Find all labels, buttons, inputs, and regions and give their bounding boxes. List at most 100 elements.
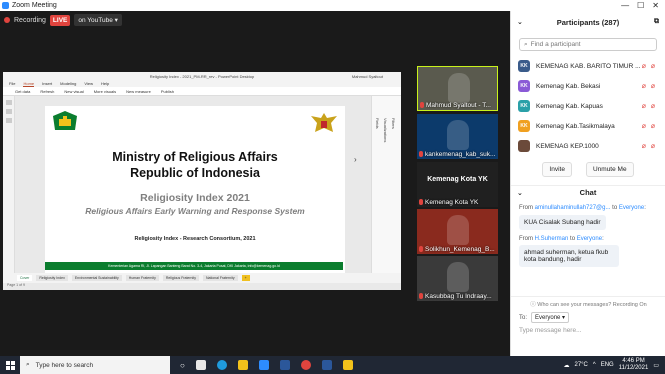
collapse-chevron-icon[interactable]: ⌄ [517,18,523,26]
muted-mic-icon [419,246,423,253]
visualizations-pane-label[interactable]: Visualizations [383,118,388,142]
ppt-tab-insert[interactable]: Insert [42,81,52,86]
ribbon-button[interactable]: Publish [161,89,174,94]
popout-icon[interactable]: ⧉ [654,18,659,26]
chrome-icon[interactable] [300,360,311,370]
ppt-page-tabs: Cover Religiosity Index Environmental Sust… [3,273,401,283]
ppt-user: Mahmud Syaltout [351,73,383,79]
avatar [518,140,530,152]
participant-search-input[interactable]: ⌕ Find a participant [519,38,657,51]
page-tab[interactable]: Human Fraternity [125,275,159,281]
chat-collapse-chevron-icon[interactable]: ⌄ [517,189,523,197]
taskbar-search-box[interactable]: ⌕ Type here to search [20,356,170,374]
ribbon-button[interactable]: New visual [64,89,83,94]
participant-row[interactable]: KEMENAG KEP.1000 ⌀ ⌀ [511,136,665,156]
video-tile[interactable]: Solikhun_Kemenag_B... [417,209,498,254]
power-bi-icon[interactable] [342,360,353,370]
slide-subtitle-italic: Religious Affairs Early Warning and Resp… [85,206,305,216]
weather-icon[interactable]: ☁ [563,362,569,369]
muted-mic-icon [419,199,423,206]
video-tile-name: Kasubbag Tu Indraay... [419,293,492,300]
filters-pane-label[interactable]: Filters [391,118,396,129]
windows-start-button[interactable] [0,360,20,370]
file-explorer-icon[interactable] [237,360,248,370]
chat-recipient: To: Everyone ▾ [519,312,570,323]
participants-header: ⌄ Participants (287) ⧉ [511,11,665,33]
page-tab[interactable]: Cover [17,275,33,281]
video-tile-display-name: Kemenag Kota YK [427,176,488,183]
video-tile[interactable]: Kemenag Kota YK Kemenag Kota YK [417,162,498,207]
weather-temp[interactable]: 27°C [574,362,587,368]
video-off-icon: ⌀ [650,63,655,70]
ppt-tab-help[interactable]: Help [101,81,109,86]
ppt-tab-home[interactable]: Home [23,81,35,87]
page-tab[interactable]: + [241,275,250,281]
zoom-logo-icon [2,2,9,9]
participant-row[interactable]: KK Kemenag Kab. Kapuas ⌀ ⌀ [511,96,665,116]
word-icon[interactable] [279,360,290,370]
avatar: KK [518,80,530,92]
video-tile-name: kankemenag_kab_suk... [419,151,495,158]
avatar: KK [518,120,530,132]
chat-recipient-select[interactable]: Everyone ▾ [531,312,570,323]
ppt-tab-view[interactable]: View [84,81,93,86]
ribbon-button[interactable]: More visuals [94,89,116,94]
chat-message-text: ahmad suherman, ketua fkub kota bandung,… [519,245,619,267]
data-view-icon[interactable] [5,109,12,114]
live-badge[interactable]: LIVE [49,14,71,26]
invite-button[interactable]: Invite [542,162,572,177]
tray-chevron-icon[interactable]: ^ [593,362,596,368]
slide-canvas: Ministry of Religious Affairs Republic o… [45,106,345,273]
title-bar: Zoom Meeting — ☐ ✕ [0,0,665,11]
minimize-button[interactable]: — [621,1,629,10]
participant-row[interactable]: KK Kemenag Kab.Tasikmalaya ⌀ ⌀ [511,116,665,136]
video-off-icon: ⌀ [650,83,655,90]
next-page-chevron-icon[interactable]: › [354,155,357,164]
video-tile[interactable]: Mahmud Syaltout - T... [417,66,498,111]
language-indicator[interactable]: ENG [601,362,614,368]
page-tab[interactable]: National Fraternity [203,275,238,281]
unmute-me-button[interactable]: Unmute Me [585,162,634,177]
chat-message-list: From aminullahaminullah727@g... to Every… [511,205,665,267]
page-tab[interactable]: Environmental Sustainability [71,275,122,281]
page-tab[interactable]: Religious Fraternity [162,275,199,281]
word-doc-icon[interactable] [321,360,332,370]
video-tile[interactable]: kankemenag_kab_suk... [417,114,498,159]
live-stream-button[interactable]: on YouTube ▾ [74,14,122,26]
ppt-status-bar: Page 1 of 9 [3,283,401,290]
model-view-icon[interactable] [5,118,12,123]
garuda-emblem-icon [311,113,337,132]
participant-row[interactable]: KK KEMENAG KAB. BARITO TIMUR ... ⌀ ⌀ [511,56,665,76]
chat-message-meta: From H.Suherman to Everyone: [519,236,604,242]
chat-privacy-note[interactable]: ⓘ Who can see your messages? Recording O… [511,296,665,308]
ribbon-button[interactable]: New measure [126,89,151,94]
report-view-icon[interactable] [5,100,12,105]
close-button[interactable]: ✕ [652,1,659,10]
slide-title-line1: Ministry of Religious Affairs [112,150,278,164]
muted-mic-icon: ⌀ [641,63,646,70]
video-tile-name: Mahmud Syaltout - T... [420,102,491,109]
ppt-tab-file[interactable]: File [9,81,15,86]
ppt-tab-modeling[interactable]: Modeling [60,81,76,86]
edge-icon[interactable] [216,360,227,370]
clock[interactable]: 4:46 PM 11/12/2021 [619,358,649,372]
muted-mic-icon [419,293,423,300]
notification-icon[interactable]: ▭ [653,362,659,369]
participant-row[interactable]: KK Kemenag Kab. Bekasi ⌀ ⌀ [511,76,665,96]
task-view-icon[interactable]: ○ [180,361,185,370]
page-tab[interactable]: Religiosity Index [36,275,68,281]
ministry-logo-icon [53,111,77,130]
ribbon-button[interactable]: Get data [15,89,30,94]
chat-message-input[interactable]: Type message here... [519,327,582,334]
muted-mic-icon: ⌀ [641,103,646,110]
recording-label: Recording [14,16,46,24]
ppt-title-bar: Religiosity Index - 2021_PM-RR_rev - Pow… [3,72,401,80]
window-title: Zoom Meeting [12,2,57,9]
ribbon-button[interactable]: Refresh [40,89,54,94]
muted-mic-icon [419,151,423,158]
zoom-taskbar-icon[interactable] [258,360,269,370]
widgets-icon[interactable] [195,360,206,370]
fields-pane-label[interactable]: Fields [375,118,380,129]
maximize-button[interactable]: ☐ [637,1,644,10]
video-tile[interactable]: Kasubbag Tu Indraay... [417,256,498,301]
